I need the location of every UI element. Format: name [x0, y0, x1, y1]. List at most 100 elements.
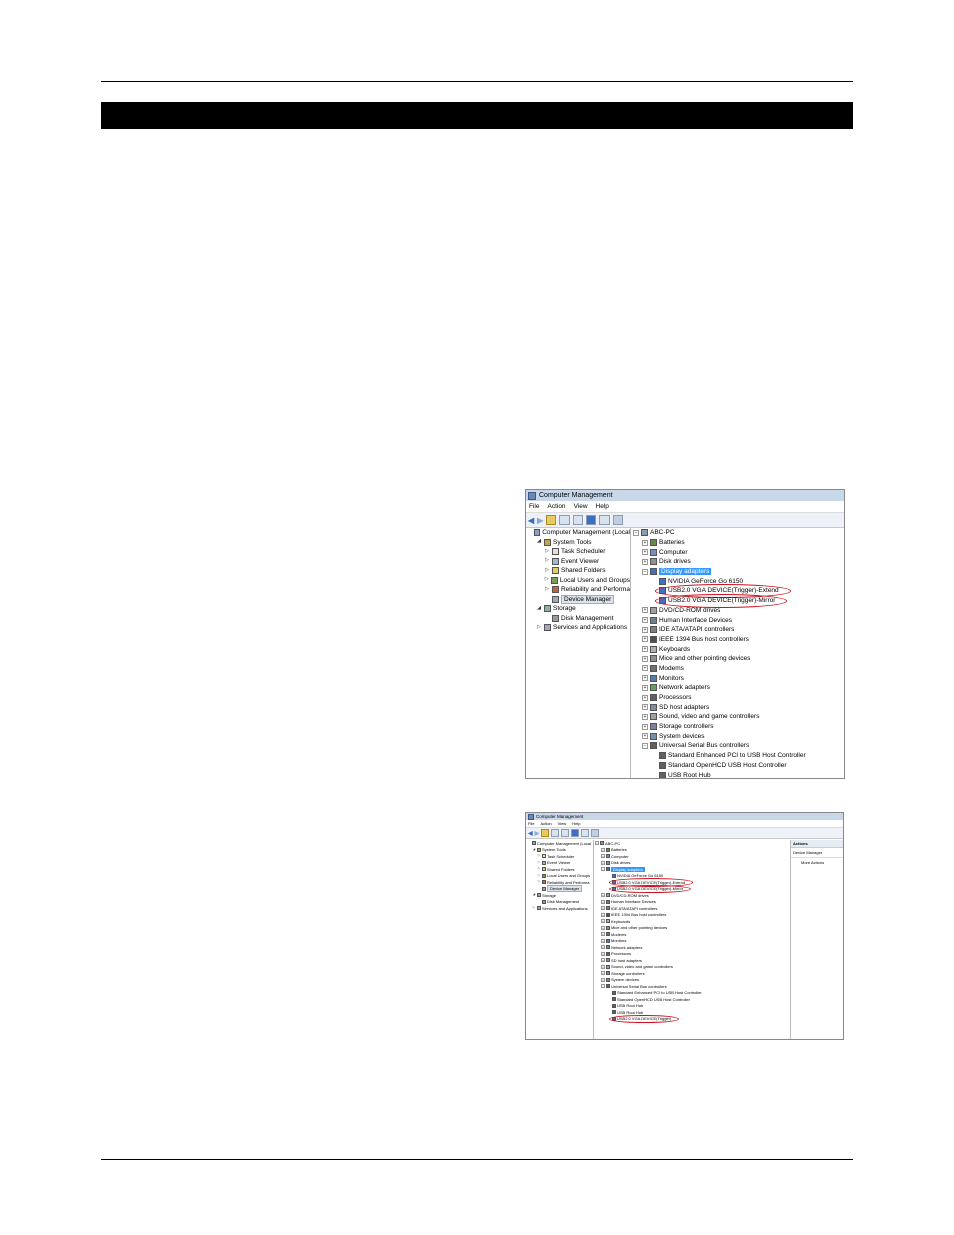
expand-plus-icon[interactable]: + [601, 938, 605, 943]
device-tree-item[interactable]: + Processors [631, 693, 844, 703]
menu-action[interactable]: Action [540, 821, 551, 826]
expand-plus-icon[interactable]: + [601, 847, 605, 852]
collapsed-triangle-icon[interactable]: ▷ [544, 577, 549, 583]
nav-tree-item[interactable]: ▷ Services and Applications [526, 905, 593, 912]
expand-plus-icon[interactable]: + [601, 925, 605, 930]
device-tree-item[interactable]: + Network adapters [631, 683, 844, 693]
expand-plus-icon[interactable]: + [601, 912, 605, 917]
expand-plus-icon[interactable]: + [601, 919, 605, 924]
device-tree-item[interactable]: + Human Interface Devices [631, 615, 844, 625]
expand-plus-icon[interactable]: + [642, 626, 648, 633]
expand-plus-icon[interactable]: + [601, 893, 605, 898]
expand-plus-icon[interactable]: + [601, 971, 605, 976]
device-tree-item[interactable]: + Keyboards [631, 644, 844, 654]
device-tree-item[interactable]: Standard OpenHCD USB Host Controller [631, 761, 844, 771]
expand-plus-icon[interactable]: + [642, 684, 648, 691]
device-tree-item[interactable]: + IDE ATA/ATAPI controllers [631, 625, 844, 635]
help-icon[interactable] [586, 515, 597, 525]
up-folder-icon[interactable] [541, 829, 550, 837]
expand-plus-icon[interactable]: + [642, 675, 648, 682]
expand-plus-icon[interactable]: + [642, 539, 648, 546]
device-tree-item[interactable]: + Monitors [631, 673, 844, 683]
expand-plus-icon[interactable]: + [642, 607, 648, 614]
expand-plus-icon[interactable]: + [642, 646, 648, 653]
nav-tree-item[interactable]: ▷ Local Users and Groups [526, 576, 630, 586]
actions-section-device-manager[interactable]: Device Manager [791, 848, 843, 858]
up-folder-icon[interactable] [546, 515, 557, 525]
expand-plus-icon[interactable]: + [601, 945, 605, 950]
device-tree-item[interactable]: + IEEE 1394 Bus host controllers [631, 635, 844, 645]
device-tree-item[interactable]: + System devices [631, 731, 844, 741]
expand-plus-icon[interactable]: + [642, 617, 648, 624]
expand-plus-icon[interactable]: + [601, 906, 605, 911]
expanded-triangle-icon[interactable]: ◢ [532, 847, 536, 852]
nav-tree-item[interactable]: Computer Management (Local [526, 528, 630, 538]
collapse-minus-icon[interactable]: − [595, 841, 599, 846]
nav-tree-item[interactable]: Device Manager [526, 594, 630, 605]
device-tree-item[interactable]: + SD host adapters [631, 702, 844, 712]
expanded-triangle-icon[interactable]: ◢ [532, 893, 536, 897]
menu-file[interactable]: File [528, 821, 534, 826]
expand-plus-icon[interactable]: + [601, 854, 605, 859]
device-tree-item[interactable]: USB2.0 VGA DEVICE(Trigger)-Mirror [631, 593, 844, 608]
expanded-triangle-icon[interactable]: ◢ [536, 539, 542, 545]
collapse-minus-icon[interactable]: − [642, 742, 648, 749]
device-tree-item[interactable]: + Computer [631, 547, 844, 557]
expand-plus-icon[interactable]: + [601, 951, 605, 956]
nav-tree-item[interactable]: ◢ Storage [526, 604, 630, 614]
device-tree-item[interactable]: + Sound, video and game controllers [631, 712, 844, 722]
expand-plus-icon[interactable]: + [642, 558, 648, 565]
back-arrow-icon[interactable]: ◀ [528, 516, 534, 525]
console-icon[interactable] [581, 829, 590, 837]
device-tree-item[interactable]: + Mice and other pointing devices [631, 654, 844, 664]
collapsed-triangle-icon[interactable]: ▷ [537, 873, 541, 878]
collapsed-triangle-icon[interactable]: ▷ [536, 624, 542, 631]
device-tree-item[interactable]: − ABC-PC [631, 528, 844, 538]
nav-tree-item[interactable]: ▷ Reliability and Performa [526, 585, 630, 595]
expand-plus-icon[interactable]: + [642, 704, 648, 711]
device-tree-item[interactable]: USB Root Hub [631, 770, 844, 778]
collapsed-triangle-icon[interactable]: ▷ [537, 867, 541, 871]
expand-plus-icon[interactable]: + [601, 958, 605, 963]
collapsed-triangle-icon[interactable]: ▷ [544, 548, 550, 555]
expand-plus-icon[interactable]: + [642, 665, 648, 672]
nav-tree-item[interactable]: ▷ Shared Folders [526, 566, 630, 576]
nav-tree-item[interactable]: ▷ Task Scheduler [526, 547, 630, 557]
collapse-minus-icon[interactable]: − [642, 568, 648, 575]
device-tree-item[interactable]: + DVD/CD-ROM drives [631, 606, 844, 616]
device-tree-item[interactable]: + Disk drives [631, 557, 844, 567]
expand-plus-icon[interactable]: + [642, 723, 648, 730]
collapse-minus-icon[interactable]: − [601, 984, 605, 989]
expanded-triangle-icon[interactable]: ◢ [536, 605, 542, 612]
expand-plus-icon[interactable]: + [601, 977, 605, 982]
collapsed-triangle-icon[interactable]: ▷ [544, 567, 550, 574]
device-tree-item[interactable]: − Display adapters [631, 567, 844, 577]
expand-plus-icon[interactable]: + [642, 733, 648, 740]
forward-arrow-icon[interactable]: ▶ [537, 516, 543, 525]
device-tree-item[interactable]: Standard Enhanced PCI to USB Host Contro… [631, 751, 844, 761]
show-hide-tree-icon[interactable] [559, 515, 571, 525]
menu-help[interactable]: Help [572, 821, 580, 826]
nav-tree-item[interactable]: ▷ Services and Applications [526, 623, 630, 633]
nav-tree-item[interactable]: ◢ System Tools [526, 538, 630, 548]
menu-help[interactable]: Help [596, 503, 609, 510]
menu-view[interactable]: View [558, 821, 567, 826]
device-tree-item[interactable]: − Universal Serial Bus controllers [631, 741, 844, 751]
device-tree-item[interactable]: NVIDIA GeForce Go 6150 [631, 576, 844, 586]
menu-action[interactable]: Action [547, 503, 565, 510]
expand-plus-icon[interactable]: + [601, 964, 605, 969]
collapsed-triangle-icon[interactable]: ▷ [537, 860, 541, 865]
help-icon[interactable] [571, 829, 580, 837]
device-tree-item[interactable]: + Modems [631, 664, 844, 674]
nav-tree-item[interactable]: ▷ Event Viewer [526, 557, 630, 567]
menu-view[interactable]: View [574, 503, 588, 510]
scan-hardware-icon[interactable] [591, 829, 600, 837]
device-tree-item[interactable]: USB2.0 VGA DEVICE(Trigger)-Extend [631, 584, 844, 598]
menu-file[interactable]: File [529, 503, 539, 510]
expand-plus-icon[interactable]: + [601, 860, 605, 865]
expand-plus-icon[interactable]: + [642, 549, 648, 556]
device-tree-item[interactable]: + Batteries [631, 538, 844, 548]
collapse-minus-icon[interactable]: − [601, 867, 605, 872]
collapsed-triangle-icon[interactable]: ▷ [544, 558, 550, 564]
collapsed-triangle-icon[interactable]: ▷ [544, 586, 550, 593]
